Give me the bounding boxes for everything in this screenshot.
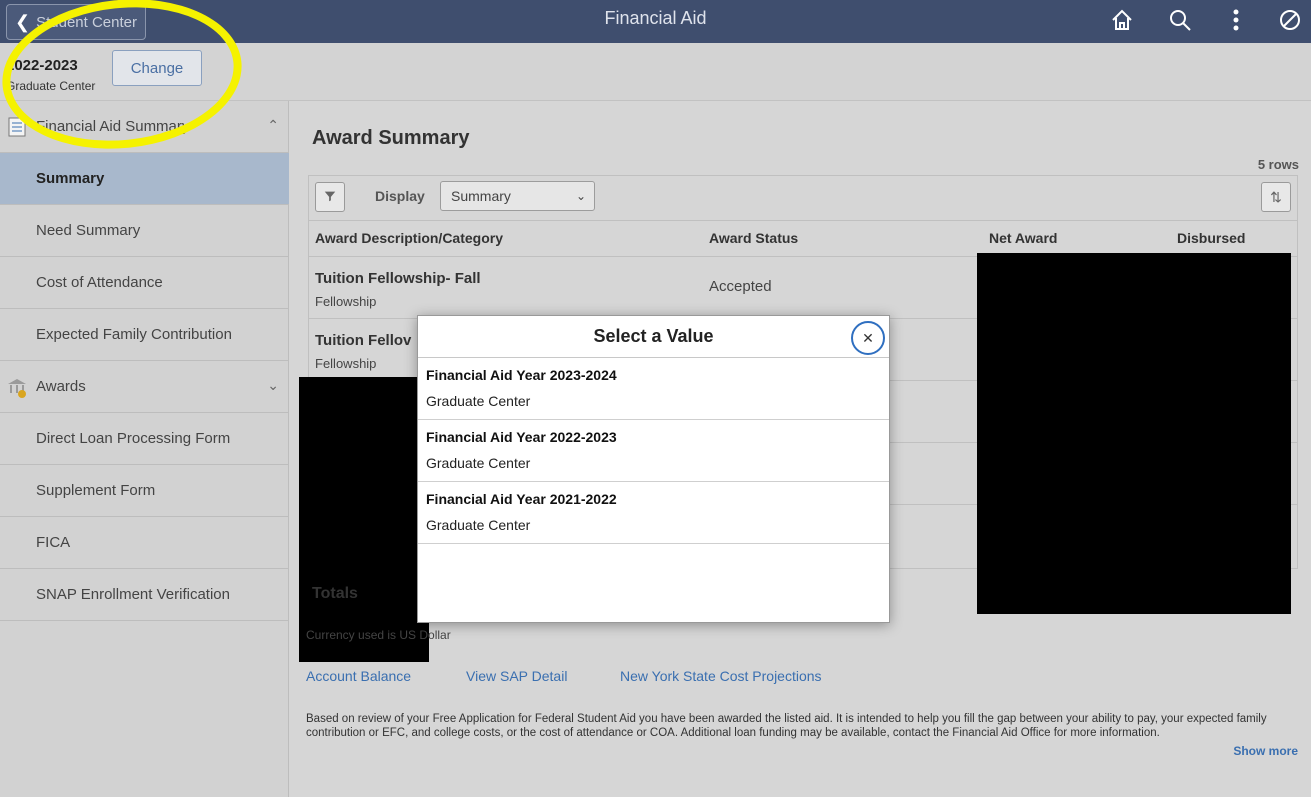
award-category: Fellowship (315, 356, 377, 371)
option-item[interactable]: Financial Aid Year 2021-2022 Graduate Ce… (418, 482, 889, 544)
display-select[interactable]: Summary ⌄ (440, 181, 595, 211)
option-subtitle: Graduate Center (426, 393, 531, 409)
option-title: Financial Aid Year 2021-2022 (426, 491, 617, 507)
view-sap-detail-link[interactable]: View SAP Detail (466, 668, 567, 684)
sidebar-item-supplement-form[interactable]: Supplement Form (0, 465, 289, 517)
select-value-modal: Select a Value ✕ Financial Aid Year 2023… (417, 315, 890, 623)
column-header-award-status[interactable]: Award Status (709, 220, 798, 256)
rows-count: 5 rows (1257, 157, 1299, 172)
close-button[interactable]: ✕ (851, 321, 885, 355)
sort-button[interactable]: ⇅ (1261, 182, 1291, 212)
aid-year: 2022-2023 (6, 57, 78, 74)
show-more-link[interactable]: Show more (1233, 744, 1298, 758)
sidebar-group-awards[interactable]: Awards ⌄ (0, 361, 289, 413)
sidebar-item-snap-enrollment-verification[interactable]: SNAP Enrollment Verification (0, 569, 289, 621)
section-heading: Award Summary (312, 127, 470, 149)
sidebar-item-fica[interactable]: FICA (0, 517, 289, 569)
sidebar-item-label: Direct Loan Processing Form (36, 430, 231, 447)
sidebar-nav: Financial Aid Summary ⌃ Summary Need Sum… (0, 101, 289, 797)
sidebar-item-cost-of-attendance[interactable]: Cost of Attendance (0, 257, 289, 309)
option-subtitle: Graduate Center (426, 517, 531, 533)
sort-icon: ⇅ (1270, 188, 1282, 205)
display-select-value: Summary (451, 188, 511, 204)
change-year-button[interactable]: Change (112, 50, 202, 86)
sidebar-item-direct-loan-processing-form[interactable]: Direct Loan Processing Form (0, 413, 289, 465)
sidebar-item-label: SNAP Enrollment Verification (36, 586, 230, 603)
option-title: Financial Aid Year 2022-2023 (426, 429, 617, 445)
option-title: Financial Aid Year 2023-2024 (426, 367, 617, 383)
award-status: Accepted (709, 278, 772, 295)
home-icon[interactable] (1108, 6, 1136, 34)
chevron-up-icon: ⌃ (267, 117, 279, 133)
chevron-down-icon: ⌄ (575, 189, 586, 203)
sidebar-item-label: Summary (36, 170, 105, 187)
modal-title: Select a Value (593, 326, 714, 346)
sidebar-item-summary[interactable]: Summary (0, 153, 289, 205)
cost-projections-link[interactable]: New York State Cost Projections (620, 668, 822, 684)
summary-list-icon (6, 116, 28, 138)
award-title: Tuition Fellov (315, 332, 412, 349)
awards-icon (6, 376, 28, 398)
sidebar-item-label: Expected Family Contribution (36, 326, 232, 343)
redacted-block (299, 377, 429, 662)
award-category: Fellowship (315, 294, 377, 309)
filter-button[interactable] (315, 182, 345, 212)
sidebar-item-label: FICA (36, 534, 71, 551)
sidebar-item-label: Cost of Attendance (36, 274, 163, 291)
aid-year-bar: 2022-2023 Graduate Center Change (0, 43, 1311, 101)
award-title: Tuition Fellowship- Fall (315, 270, 481, 287)
sidebar-group-label: Awards (36, 378, 86, 395)
currency-note: Currency used is US Dollar (306, 628, 451, 642)
display-label: Display (375, 188, 425, 204)
sidebar-item-label: Supplement Form (36, 482, 156, 499)
chevron-down-icon: ⌄ (267, 377, 279, 393)
modal-header: Select a Value ✕ (418, 316, 889, 358)
sidebar-item-expected-family-contribution[interactable]: Expected Family Contribution (0, 309, 289, 361)
option-item[interactable]: Financial Aid Year 2022-2023 Graduate Ce… (418, 420, 889, 482)
sidebar-group-financial-aid-summary[interactable]: Financial Aid Summary ⌃ (0, 101, 289, 153)
top-header-bar: ❮ Student Center Financial Aid (0, 0, 1311, 43)
column-header-disbursed[interactable]: Disbursed (1177, 220, 1245, 256)
filter-icon (323, 189, 337, 206)
option-subtitle: Graduate Center (426, 455, 531, 471)
redacted-block (977, 253, 1291, 614)
option-item[interactable]: Financial Aid Year 2023-2024 Graduate Ce… (418, 358, 889, 420)
column-header-net-award[interactable]: Net Award (989, 220, 1057, 256)
sidebar-item-need-summary[interactable]: Need Summary (0, 205, 289, 257)
search-icon[interactable] (1166, 6, 1194, 34)
account-balance-link[interactable]: Account Balance (306, 668, 411, 684)
totals-heading: Totals (312, 585, 358, 602)
sidebar-item-label: Need Summary (36, 222, 141, 239)
close-icon: ✕ (862, 329, 874, 346)
institution-name: Graduate Center (6, 79, 96, 93)
more-vertical-icon[interactable] (1222, 6, 1250, 34)
award-disclaimer-text: Based on review of your Free Application… (306, 713, 1267, 739)
nav-bar-icon[interactable] (1276, 6, 1304, 34)
sidebar-group-label: Financial Aid Summary (36, 118, 190, 135)
column-header-award-description[interactable]: Award Description/Category (315, 220, 503, 256)
